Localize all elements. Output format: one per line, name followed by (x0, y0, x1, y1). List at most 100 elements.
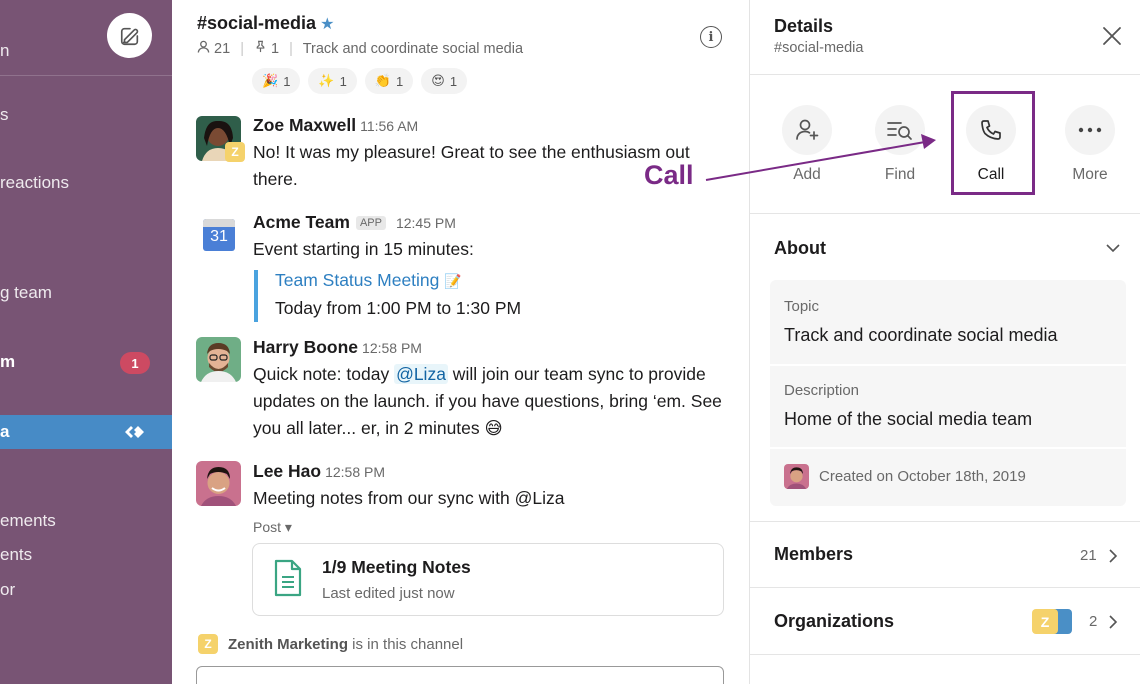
call-annotation-label: Call (644, 160, 694, 190)
chevron-right-icon[interactable] (1107, 615, 1119, 629)
divider (750, 74, 1140, 75)
more-button[interactable]: More (1060, 105, 1120, 184)
find-button[interactable]: Find (870, 105, 930, 184)
event-title[interactable]: Team Status Meeting 📝 (275, 270, 462, 291)
compose-icon (120, 27, 138, 45)
message-text: Event starting in 15 minutes: (253, 239, 474, 259)
reaction-count: 1 (283, 73, 291, 89)
reactions-row: 🎉 1 ✨ 1 👏 1 😍 1 (252, 68, 468, 94)
more-dots-icon (1078, 127, 1102, 133)
star-icon[interactable]: ★ (320, 16, 334, 33)
author-name: Harry Boone (253, 337, 359, 357)
members-icon[interactable] (197, 40, 214, 57)
pin-icon[interactable] (254, 40, 271, 57)
divider (770, 364, 1126, 366)
organizations-row-label[interactable]: Organizations (774, 611, 894, 632)
sidebar-item-team[interactable]: g team (0, 282, 52, 304)
reaction-pill[interactable]: 🎉 1 (252, 68, 301, 94)
calendar-avatar[interactable]: 31 (202, 216, 236, 257)
about-heading[interactable]: About (774, 238, 826, 259)
message-timestamp[interactable]: 11:56 AM (360, 118, 418, 134)
members-row-label[interactable]: Members (774, 544, 853, 565)
created-info: Created on October 18th, 2019 (784, 464, 1026, 489)
add-person-icon (796, 119, 819, 140)
channel-topic[interactable]: Track and coordinate social media (303, 41, 523, 57)
chevron-down-icon[interactable] (1105, 240, 1121, 256)
org-name[interactable]: Zenith Marketing (228, 636, 348, 653)
add-button[interactable]: Add (777, 105, 837, 184)
member-count[interactable]: 21 (214, 41, 230, 57)
joined-text: Zenith Marketing is in this channel (228, 636, 463, 653)
message-author[interactable]: Acme Team APP 12:45 PM (253, 212, 456, 233)
message-timestamp[interactable]: 12:58 PM (325, 464, 385, 480)
add-circle[interactable] (782, 105, 832, 155)
sidebar-item-social-media[interactable]: a (0, 421, 9, 443)
compose-button[interactable] (107, 13, 152, 58)
event-title-text: Team Status Meeting (275, 270, 440, 290)
avatar[interactable] (196, 337, 241, 382)
message-composer[interactable] (196, 666, 724, 684)
sidebar-workspace-name[interactable]: n (0, 40, 9, 62)
reaction-pill[interactable]: ✨ 1 (308, 68, 357, 94)
divider (750, 587, 1140, 588)
sidebar-item-selected[interactable] (0, 415, 172, 449)
author-name: Acme Team (253, 212, 350, 232)
sidebar-item-threads[interactable]: s (0, 104, 9, 126)
reaction-pill[interactable]: 👏 1 (364, 68, 414, 94)
chevron-right-icon[interactable] (1107, 549, 1119, 563)
message-timestamp[interactable]: 12:58 PM (362, 340, 422, 356)
sidebar-item-unread-channel[interactable]: m (0, 351, 15, 373)
created-text: Created on October 18th, 2019 (819, 468, 1026, 485)
avatar[interactable] (196, 461, 241, 506)
message-author[interactable]: Harry Boone 12:58 PM (253, 337, 422, 358)
sidebar-item-announcements[interactable]: ements (0, 510, 56, 532)
pin-count[interactable]: 1 (271, 41, 279, 57)
meta-divider: | (240, 41, 244, 57)
divider (750, 521, 1140, 522)
app-tag: APP (355, 216, 386, 230)
find-circle[interactable] (875, 105, 925, 155)
details-title: Details (774, 16, 834, 36)
user-mention[interactable]: @Liza (394, 364, 448, 384)
calendar-day: 31 (210, 228, 228, 245)
post-dropdown[interactable]: Post ▾ (253, 519, 292, 536)
post-attachment[interactable]: 1/9 Meeting Notes Last edited just now (252, 543, 724, 616)
joined-suffix: is in this channel (348, 635, 464, 653)
post-title: 1/9 Meeting Notes (322, 557, 471, 577)
reaction-pill[interactable]: 😍 1 (421, 68, 468, 94)
message-text: Meeting notes from our sync with @Liza (253, 488, 565, 508)
reaction-count: 1 (396, 73, 404, 89)
divider (770, 447, 1126, 449)
channel-header: #social-media ★ 21 | 1 | Track and coordi… (172, 0, 749, 72)
close-icon[interactable] (1100, 24, 1124, 48)
members-count: 21 (1080, 547, 1097, 564)
event-attachment: Team Status Meeting 📝 Today from 1:00 PM… (254, 270, 554, 322)
event-time: Today from 1:00 PM to 1:30 PM (275, 298, 522, 318)
creator-avatar[interactable] (784, 464, 809, 489)
sidebar-item-vendor[interactable]: or (0, 579, 15, 601)
z-badge: Z (198, 634, 218, 654)
sidebar-item-events[interactable]: ents (0, 544, 32, 566)
unread-badge: 1 (120, 352, 150, 374)
more-circle[interactable] (1065, 105, 1115, 155)
message-author[interactable]: Zoe Maxwell 11:56 AM (253, 115, 418, 136)
message-text: Quick note: today @Liza will join our te… (253, 361, 723, 442)
find-label: Find (884, 166, 916, 183)
divider (750, 654, 1140, 655)
info-icon[interactable]: i (700, 26, 722, 48)
topic-value[interactable]: Track and coordinate social media (784, 325, 1057, 346)
message-timestamp[interactable]: 12:45 PM (396, 215, 456, 231)
author-name: Zoe Maxwell (253, 115, 357, 135)
zenith-badge: Z (225, 142, 245, 162)
shared-channel-icon (125, 426, 144, 438)
sidebar-item-reactions[interactable]: reactions (0, 172, 69, 194)
organizations-count: 2 (1089, 613, 1098, 630)
message-text-part: Quick note: today (253, 364, 395, 384)
description-value[interactable]: Home of the social media team (784, 409, 1032, 430)
org-z-badge: Z (1032, 609, 1058, 634)
add-label: Add (793, 166, 821, 183)
channel-title[interactable]: #social-media ★ (197, 13, 334, 34)
reaction-emoji: 🎉 (262, 73, 279, 88)
message-author[interactable]: Lee Hao 12:58 PM (253, 461, 385, 482)
channel-name: #social-media (197, 13, 317, 33)
